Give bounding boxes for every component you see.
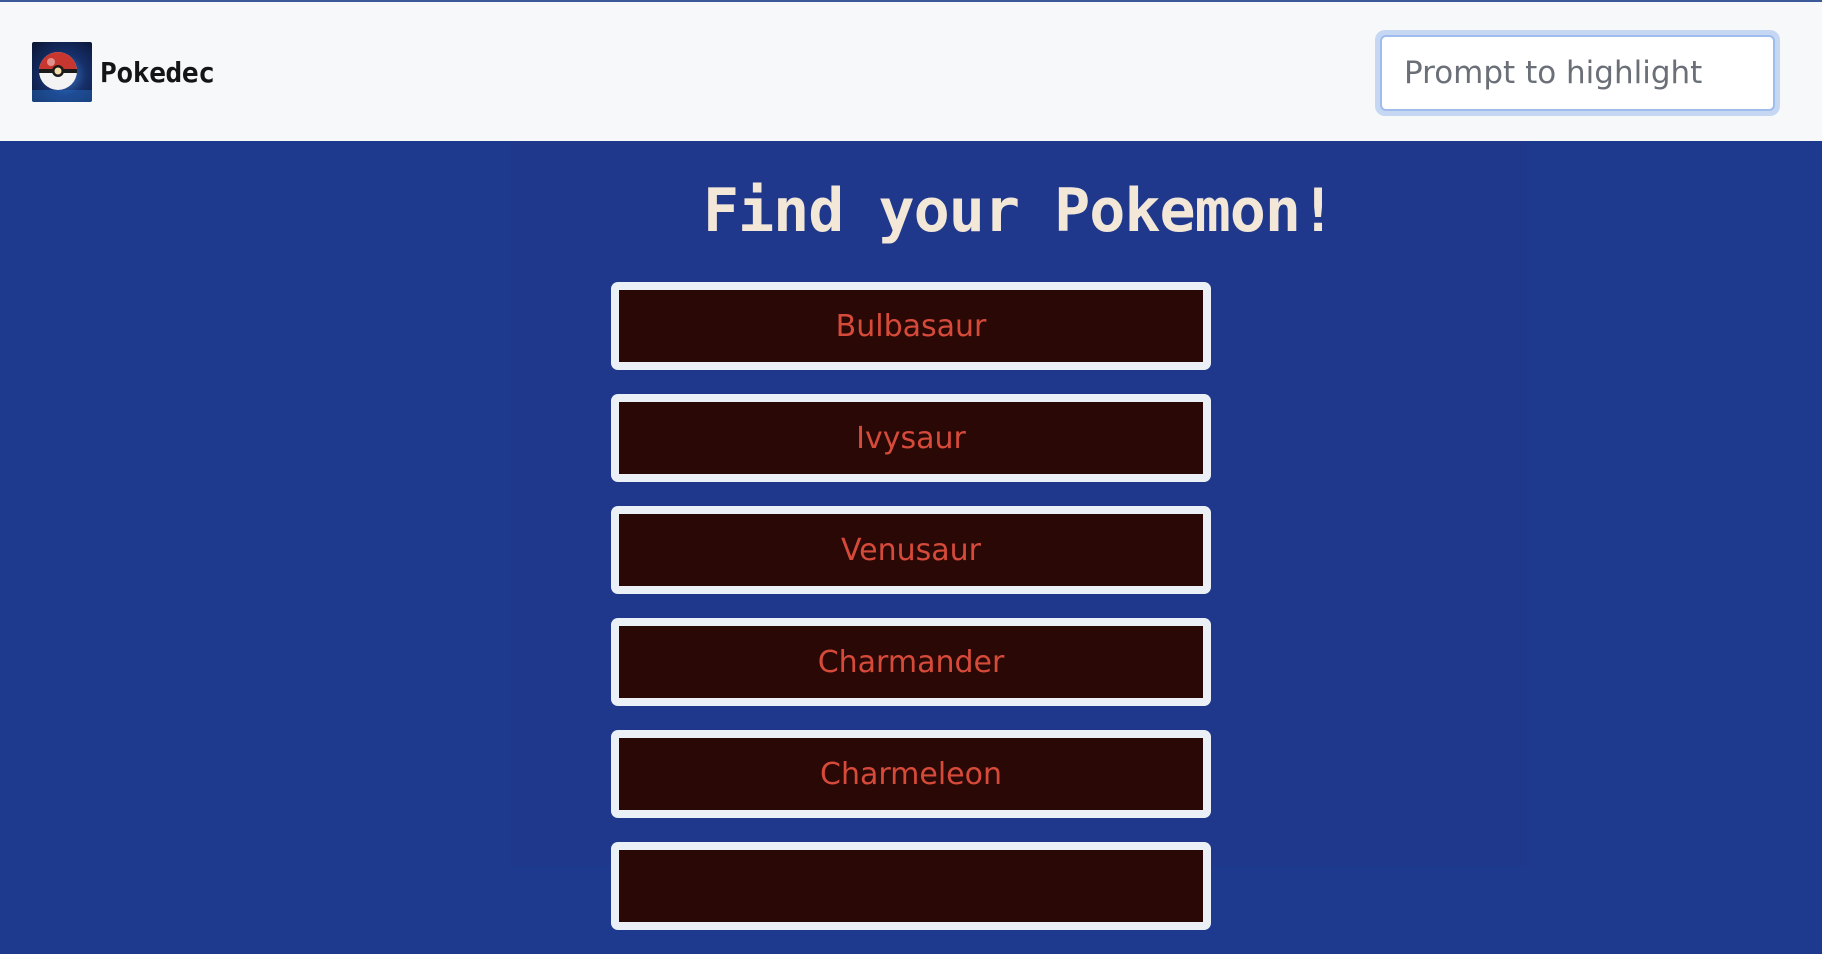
pokemon-card[interactable]: Charmeleon (611, 730, 1211, 818)
navbar: Pokedec (0, 2, 1822, 141)
pokemon-name: Venusaur (840, 532, 982, 568)
pokemon-card[interactable]: Charmander (611, 618, 1211, 706)
brand[interactable]: Pokedec (32, 42, 215, 102)
brand-name: Pokedec (100, 55, 215, 89)
pokemon-list: Bulbasaur Ivysaur Venusaur Charmander Ch… (611, 282, 1211, 954)
pokemon-card[interactable]: Ivysaur (611, 394, 1211, 482)
highlight-prompt-input[interactable] (1380, 35, 1775, 111)
content-column: Find your Pokemon! Bulbasaur Ivysaur Ven… (511, 141, 1527, 930)
pokemon-card-body: Charmander (619, 626, 1203, 698)
pokemon-card-body: Venusaur (619, 514, 1203, 586)
pokemon-card-body: Charmeleon (619, 738, 1203, 810)
pokemon-name: Bulbasaur (835, 308, 987, 344)
pokeball-logo-icon (32, 42, 92, 102)
pokemon-card[interactable] (611, 842, 1211, 930)
pokemon-name: Charmeleon (820, 756, 1002, 792)
page-title: Find your Pokemon! (702, 176, 1336, 246)
pokemon-name: Ivysaur (856, 420, 966, 456)
pokemon-card[interactable]: Venusaur (611, 506, 1211, 594)
main-area: Find your Pokemon! Bulbasaur Ivysaur Ven… (0, 141, 1822, 930)
pokemon-card-body: Bulbasaur (619, 290, 1203, 362)
pokemon-card[interactable]: Bulbasaur (611, 282, 1211, 370)
pokemon-name: Charmander (817, 644, 1005, 680)
pokemon-card-body: Ivysaur (619, 402, 1203, 474)
pokemon-card-body (619, 850, 1203, 922)
search-focus-ring (1375, 30, 1780, 116)
